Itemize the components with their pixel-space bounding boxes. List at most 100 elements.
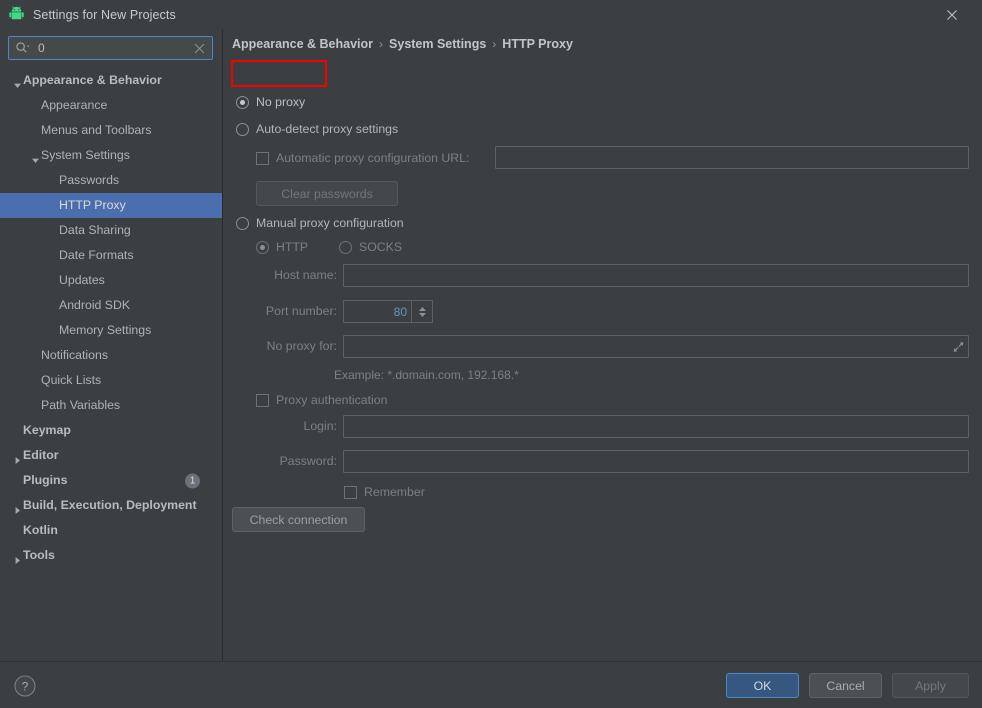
sidebar-item-label: Editor	[23, 448, 59, 462]
proxy-authentication-checkbox-row[interactable]: Proxy authentication	[256, 390, 387, 410]
title-bar: Settings for New Projects	[0, 0, 982, 29]
no-proxy-for-input[interactable]	[343, 335, 969, 358]
auto-detect-radio[interactable]	[236, 122, 249, 136]
apply-button[interactable]: Apply	[892, 673, 969, 698]
sidebar-item-date-formats[interactable]: Date Formats	[0, 243, 222, 268]
chevron-down-icon[interactable]	[12, 75, 23, 88]
port-number-input[interactable]: 80	[343, 300, 433, 323]
clear-passwords-button[interactable]: Clear passwords	[256, 181, 398, 206]
sidebar-item-android-sdk[interactable]: Android SDK	[0, 293, 222, 318]
sidebar-item-label: Tools	[23, 548, 55, 562]
sidebar-item-tools[interactable]: Tools	[0, 543, 222, 568]
port-number-stepper[interactable]	[411, 300, 433, 323]
sidebar-item-data-sharing[interactable]: Data Sharing	[0, 218, 222, 243]
sidebar-item-passwords[interactable]: Passwords	[0, 168, 222, 193]
auto-config-url-input[interactable]	[495, 146, 969, 169]
check-connection-button[interactable]: Check connection	[232, 507, 365, 532]
svg-text:?: ?	[22, 680, 29, 694]
socks-radio[interactable]	[339, 240, 352, 254]
remember-checkbox[interactable]	[344, 485, 357, 499]
sidebar-item-label: Plugins	[23, 473, 68, 487]
http-radio[interactable]	[256, 240, 269, 254]
no-proxy-radio-row[interactable]: No proxy	[236, 89, 305, 115]
sidebar-item-label: Path Variables	[41, 398, 121, 412]
sidebar-item-label: Memory Settings	[59, 323, 152, 337]
manual-proxy-radio[interactable]	[236, 216, 249, 230]
auto-config-url-checkbox[interactable]	[256, 151, 269, 165]
auto-config-url-value	[502, 147, 962, 168]
sidebar-item-label: Notifications	[41, 348, 108, 362]
chevron-right-icon[interactable]	[12, 500, 23, 514]
sidebar-item-menus-and-toolbars[interactable]: Menus and Toolbars	[0, 118, 222, 143]
help-icon[interactable]: ?	[14, 675, 36, 697]
clear-icon[interactable]	[194, 43, 205, 54]
sidebar-item-notifications[interactable]: Notifications	[0, 343, 222, 368]
socks-radio-row[interactable]: SOCKS	[339, 237, 402, 257]
http-radio-row[interactable]: HTTP	[256, 237, 308, 257]
close-button[interactable]	[932, 0, 972, 29]
port-number-label: Port number:	[265, 304, 337, 318]
cancel-label: Cancel	[826, 678, 865, 693]
auto-config-url-checkbox-row[interactable]: Automatic proxy configuration URL:	[256, 147, 469, 169]
sidebar-item-updates[interactable]: Updates	[0, 268, 222, 293]
chevron-right-icon[interactable]	[12, 450, 23, 464]
chevron-down-icon[interactable]	[30, 150, 41, 163]
no-proxy-radio[interactable]	[236, 95, 249, 109]
ok-button[interactable]: OK	[726, 673, 799, 698]
sidebar-item-label: Menus and Toolbars	[41, 123, 152, 137]
proxy-authentication-label: Proxy authentication	[276, 393, 388, 407]
password-label: Password:	[279, 454, 337, 468]
sidebar-item-appearance[interactable]: Appearance	[0, 93, 222, 118]
settings-dialog: Settings for New Projects 0 Appearance &…	[0, 0, 982, 708]
sidebar-item-quick-lists[interactable]: Quick Lists	[0, 368, 222, 393]
sidebar-item-label: HTTP Proxy	[59, 198, 126, 212]
sidebar-item-keymap[interactable]: Keymap	[0, 418, 222, 443]
login-input[interactable]	[343, 415, 969, 438]
sidebar-item-http-proxy[interactable]: HTTP Proxy	[0, 193, 222, 218]
sidebar-item-appearance-behavior[interactable]: Appearance & Behavior	[0, 68, 222, 93]
sidebar-item-memory-settings[interactable]: Memory Settings	[0, 318, 222, 343]
sidebar-item-system-settings[interactable]: System Settings	[0, 143, 222, 168]
example-hint: Example: *.domain.com, 192.168.*	[334, 368, 519, 382]
sidebar-item-label: Build, Execution, Deployment	[23, 498, 197, 512]
auto-detect-radio-row[interactable]: Auto-detect proxy settings	[236, 118, 398, 140]
sidebar-item-badge: 1	[185, 473, 200, 488]
sidebar-item-label: Appearance	[41, 98, 108, 112]
sidebar-item-kotlin[interactable]: Kotlin	[0, 518, 222, 543]
chevron-right-icon[interactable]	[12, 550, 23, 564]
sidebar-item-label: Updates	[59, 273, 105, 287]
android-icon	[9, 6, 24, 20]
host-name-value	[350, 265, 962, 286]
clear-passwords-label: Clear passwords	[281, 186, 373, 201]
close-icon	[947, 9, 957, 20]
sidebar-item-build-execution-deployment[interactable]: Build, Execution, Deployment	[0, 493, 222, 518]
host-name-input[interactable]	[343, 264, 969, 287]
sidebar-item-label: Data Sharing	[59, 223, 131, 237]
remember-label: Remember	[364, 485, 425, 499]
sidebar-item-plugins[interactable]: Plugins 1	[0, 468, 222, 493]
window-title: Settings for New Projects	[33, 7, 176, 22]
http-proxy-form: No proxy Auto-detect proxy settings Auto…	[224, 29, 982, 661]
search-input[interactable]: 0	[8, 36, 213, 60]
apply-label: Apply	[915, 678, 946, 693]
manual-proxy-radio-row[interactable]: Manual proxy configuration	[236, 212, 404, 234]
login-value	[350, 416, 962, 437]
search-icon[interactable]	[15, 41, 30, 55]
cancel-button[interactable]: Cancel	[809, 673, 882, 698]
remember-checkbox-row[interactable]: Remember	[344, 483, 425, 501]
expand-icon[interactable]	[953, 341, 964, 352]
proxy-authentication-checkbox[interactable]	[256, 393, 269, 407]
sidebar-item-path-variables[interactable]: Path Variables	[0, 393, 222, 418]
chevron-down-icon[interactable]	[418, 312, 427, 318]
sidebar-item-editor[interactable]: Editor	[0, 443, 222, 468]
password-input[interactable]	[343, 450, 969, 473]
port-number-value: 80	[393, 304, 407, 319]
